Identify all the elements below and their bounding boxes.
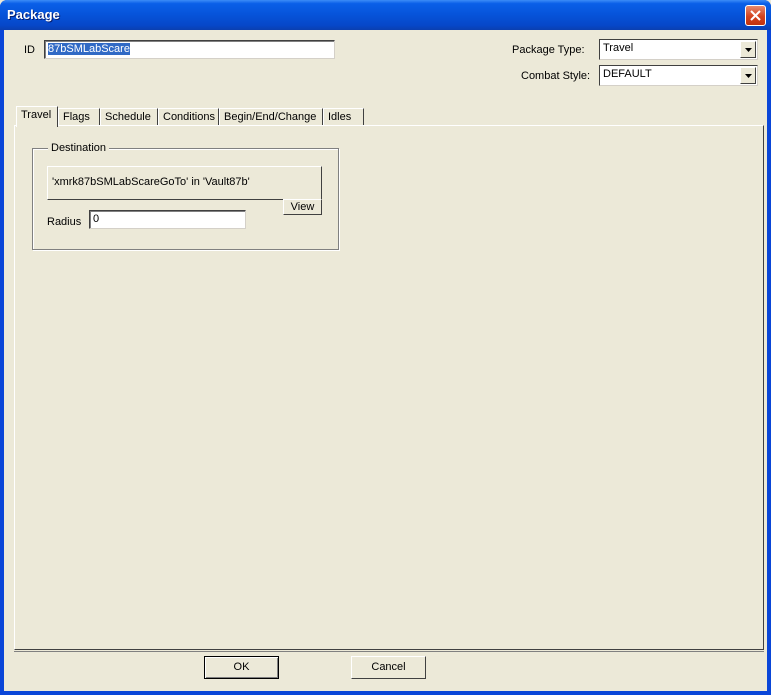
radius-value: 0 <box>93 213 100 225</box>
tab-flags[interactable]: Flags <box>58 108 100 126</box>
tab-label: Travel <box>21 109 52 121</box>
package-type-label: Package Type: <box>512 44 585 56</box>
dialog-client: ID 87bSMLabScare Package Type: Travel Co… <box>4 30 767 691</box>
radius-input[interactable]: 0 <box>89 210 246 229</box>
tab-schedule[interactable]: Schedule <box>100 108 158 126</box>
tab-label: Idles <box>328 111 352 123</box>
combat-style-label: Combat Style: <box>521 70 591 82</box>
close-button[interactable] <box>745 5 766 26</box>
destination-value: 'xmrk87bSMLabScareGoTo' in 'Vault87b' <box>52 176 250 188</box>
tab-label: Begin/End/Change <box>224 111 317 123</box>
view-button-label: View <box>290 201 315 213</box>
view-button[interactable]: View <box>283 199 322 215</box>
tab-label: Conditions <box>163 111 215 123</box>
package-type-dropdown-button[interactable] <box>740 41 756 58</box>
cancel-button-label: Cancel <box>371 661 406 673</box>
package-type-select[interactable]: Travel <box>599 39 758 60</box>
radius-label: Radius <box>47 216 82 228</box>
id-input[interactable]: 87bSMLabScare <box>44 40 335 59</box>
close-icon <box>750 10 761 21</box>
chevron-down-icon <box>745 48 752 52</box>
tab-travel[interactable]: Travel <box>16 106 58 127</box>
ok-button-label: OK <box>233 661 250 673</box>
footer-divider <box>14 651 764 652</box>
title-bar[interactable]: Package <box>0 0 771 30</box>
destination-button[interactable]: 'xmrk87bSMLabScareGoTo' in 'Vault87b' <box>47 166 322 200</box>
id-label: ID <box>24 44 35 56</box>
combat-style-select[interactable]: DEFAULT <box>599 65 758 86</box>
package-dialog: Package ID 87bSMLabScare Package Type: T… <box>0 0 771 695</box>
destination-group-label: Destination <box>48 142 110 154</box>
package-type-value: Travel <box>603 42 634 54</box>
tab-idles[interactable]: Idles <box>323 108 364 126</box>
cancel-button[interactable]: Cancel <box>351 656 426 679</box>
tab-conditions[interactable]: Conditions <box>158 108 219 126</box>
id-value: 87bSMLabScare <box>48 43 130 55</box>
ok-button[interactable]: OK <box>204 656 279 679</box>
combat-style-value: DEFAULT <box>603 68 652 80</box>
tab-label: Schedule <box>105 111 151 123</box>
combat-style-dropdown-button[interactable] <box>740 67 756 84</box>
tab-label: Flags <box>63 111 90 123</box>
tab-begin-end-change[interactable]: Begin/End/Change <box>219 108 323 126</box>
chevron-down-icon <box>745 74 752 78</box>
window-title: Package <box>7 7 60 22</box>
